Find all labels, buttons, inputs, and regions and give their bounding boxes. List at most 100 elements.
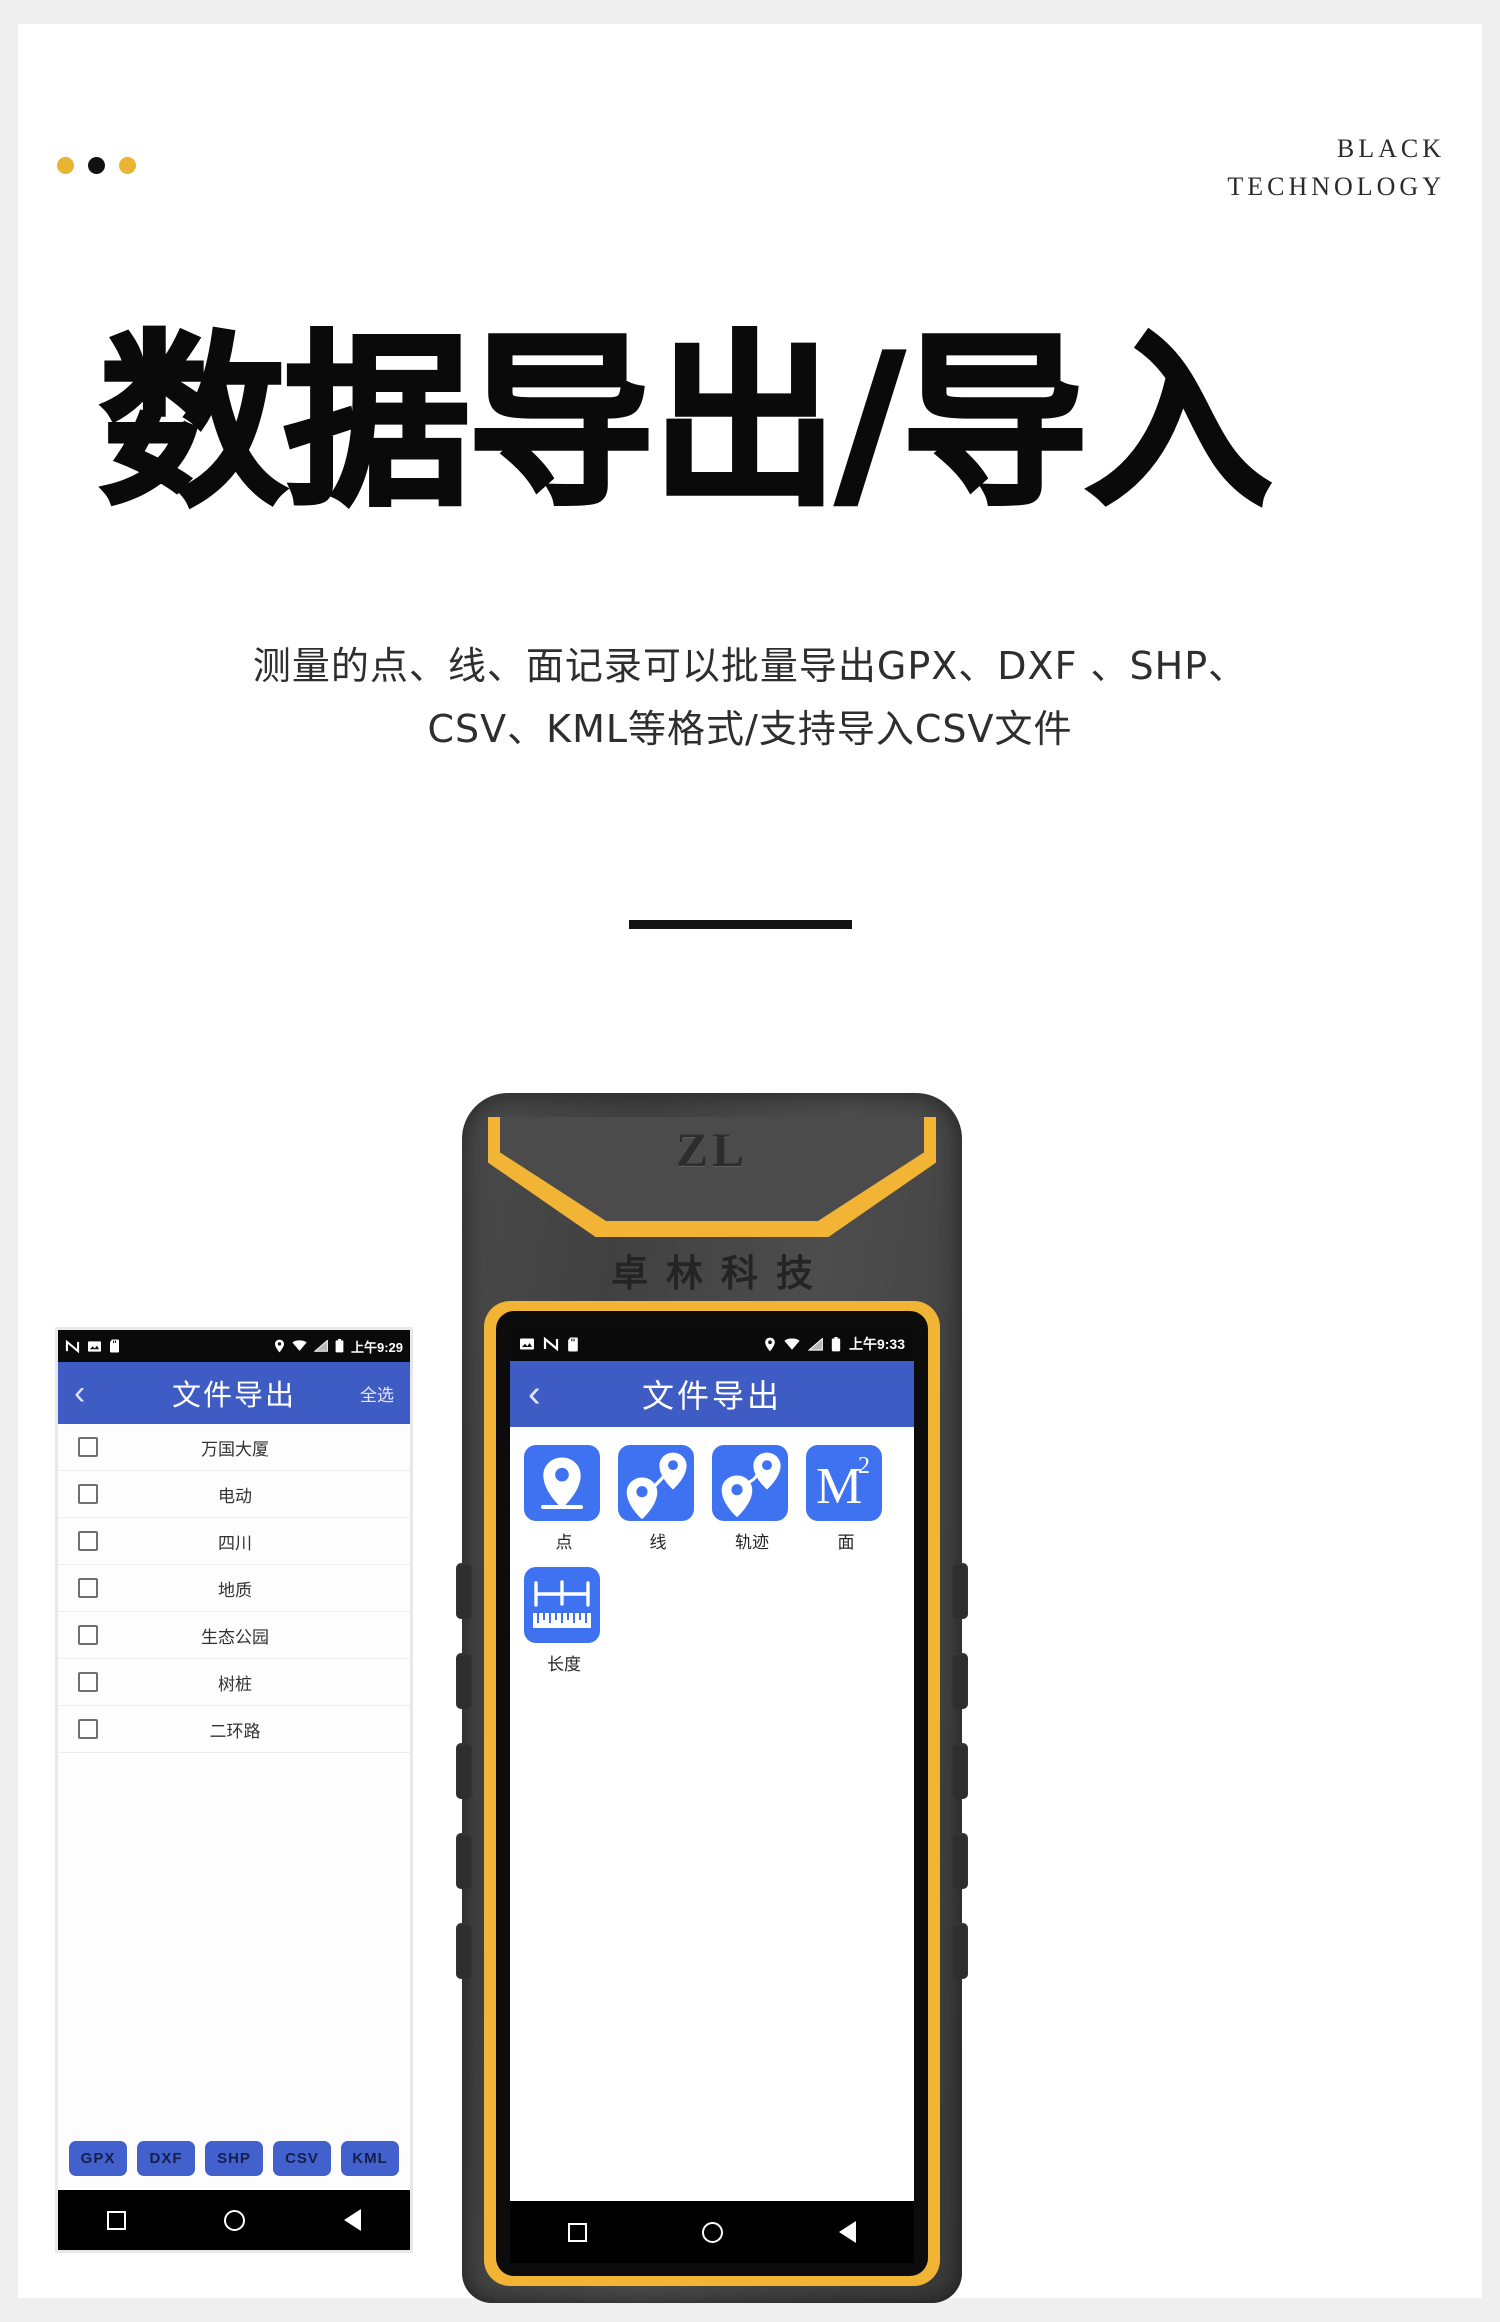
list-item-checkbox[interactable] (78, 1531, 98, 1551)
export-format-kml-button[interactable]: KML (341, 2140, 399, 2176)
device-side-grip (456, 1923, 472, 1979)
export-type-line-segment[interactable]: 线 (618, 1445, 698, 1553)
list-item-label: 万国大厦 (201, 1439, 269, 1460)
square-nav-icon[interactable] (567, 2222, 587, 2242)
device-logo: ZL (675, 1124, 749, 1177)
export-type-map-pin[interactable]: 点 (524, 1445, 604, 1553)
circle-nav-icon[interactable] (224, 2209, 246, 2231)
device-appbar-title: 文件导出 (641, 1377, 782, 1415)
ruler-length-icon[interactable] (524, 1567, 600, 1643)
device-status-bar: 上午9:33 (510, 1327, 914, 1361)
list-item[interactable]: 万国大厦 (58, 1424, 410, 1471)
list-item[interactable]: 树桩 (58, 1659, 410, 1706)
wifi-icon (292, 1340, 307, 1351)
decorative-dots (57, 157, 136, 174)
list-item-checkbox[interactable] (78, 1484, 98, 1504)
device-navbar (510, 2201, 914, 2263)
page-right-border (1482, 0, 1500, 2322)
location-icon (274, 1339, 284, 1353)
device-appbar: ‹ 文件导出 (510, 1361, 914, 1427)
list-item-label: 树桩 (218, 1674, 252, 1695)
list-item[interactable]: 电动 (58, 1471, 410, 1518)
dot-2 (88, 157, 105, 174)
subtitle-line-2: CSV、KML等格式/支持导入CSV文件 (427, 706, 1073, 751)
circle-nav-icon[interactable] (702, 2221, 724, 2243)
list-item-checkbox[interactable] (78, 1672, 98, 1692)
list-item-label: 电动 (218, 1486, 252, 1507)
export-type-grid: 点 线 轨迹 M 2 面长度 (510, 1427, 914, 1675)
export-format-dxf-button[interactable]: DXF (137, 2140, 195, 2176)
export-type-track-path[interactable]: 轨迹 (712, 1445, 792, 1553)
export-type-label: 面 (837, 1533, 855, 1553)
battery-icon (831, 1336, 841, 1351)
nfc-icon (65, 1339, 80, 1353)
sdcard-icon (110, 1339, 119, 1353)
left-phone-appbar: ‹ 文件导出 全选 (58, 1362, 410, 1424)
device-time: 上午9:33 (848, 1336, 905, 1352)
left-phone-screenshot: 上午9:29 ‹ 文件导出 全选 万国大厦 电动 四川 地质 生态公园 树桩 二环路 GPX… (58, 1330, 410, 2250)
export-type-label: 长度 (547, 1655, 581, 1675)
sdcard-icon (568, 1337, 578, 1351)
map-pin-icon[interactable] (524, 1445, 600, 1521)
device-side-grip (952, 1833, 968, 1889)
list-empty-area (58, 1753, 410, 2126)
device-side-grip (952, 1563, 968, 1619)
device-brand-text: 卓林科技 (611, 1252, 831, 1295)
export-type-ruler-length[interactable]: 长度 (524, 1567, 604, 1675)
page-title: 数据导出/导入 (98, 314, 1274, 531)
device-side-grip (952, 1923, 968, 1979)
svg-text:M: M (816, 1458, 862, 1515)
triangle-back-icon[interactable] (343, 2209, 361, 2231)
signal-icon (313, 1340, 328, 1352)
brand-line-2: TECHNOLOGY (1227, 171, 1445, 201)
device-side-grip (456, 1653, 472, 1709)
list-item[interactable]: 二环路 (58, 1706, 410, 1753)
area-m2-icon[interactable]: M2 (806, 1445, 882, 1521)
list-item[interactable]: 四川 (58, 1518, 410, 1565)
list-item-checkbox[interactable] (78, 1578, 98, 1598)
square-nav-icon[interactable] (107, 2210, 127, 2230)
export-format-shp-button[interactable]: SHP (205, 2140, 263, 2176)
left-phone-appbar-title: 文件导出 (171, 1378, 296, 1412)
list-item[interactable]: 地质 (58, 1565, 410, 1612)
track-path-icon[interactable] (712, 1445, 788, 1521)
export-type-label: 点 (555, 1533, 573, 1553)
page-top-border (0, 0, 1500, 24)
image-icon (88, 1340, 101, 1352)
page-left-border (0, 0, 18, 2322)
triangle-back-icon[interactable] (839, 2221, 857, 2243)
subtitle-line-1: 测量的点、线、面记录可以批量导出GPX、DXF 、SHP、 (252, 644, 1248, 688)
brand-wordmark: BLACK TECHNOLOGY (1227, 130, 1445, 205)
device-side-grip (456, 1833, 472, 1889)
battery-icon (335, 1339, 344, 1353)
list-item-label: 二环路 (209, 1721, 261, 1742)
device-side-grip (952, 1653, 968, 1709)
select-all-button[interactable]: 全选 (360, 1381, 394, 1406)
device-screen: 上午9:33 ‹ 文件导出 点 线 轨迹 M 2 面长度 (510, 1327, 914, 2263)
export-type-label: 线 (649, 1533, 667, 1553)
device-side-grip (456, 1563, 472, 1619)
section-divider (629, 920, 852, 929)
dot-1 (57, 157, 74, 174)
export-format-buttons: GPX DXF SHP CSV KML (58, 2126, 410, 2190)
svg-text:2: 2 (858, 1453, 870, 1479)
export-type-label: 轨迹 (735, 1533, 769, 1553)
signal-icon (807, 1337, 823, 1351)
list-item-label: 四川 (218, 1533, 252, 1554)
list-item-checkbox[interactable] (78, 1625, 98, 1645)
list-item-checkbox[interactable] (78, 1437, 98, 1457)
export-format-gpx-button[interactable]: GPX (69, 2140, 127, 2176)
export-format-csv-button[interactable]: CSV (273, 2140, 331, 2176)
export-type-area-m2[interactable]: M2 面 (806, 1445, 886, 1553)
list-item-checkbox[interactable] (78, 1719, 98, 1739)
wifi-icon (784, 1337, 800, 1350)
line-segment-icon[interactable] (618, 1445, 694, 1521)
list-item-label: 生态公园 (201, 1627, 269, 1648)
dot-3 (119, 157, 136, 174)
device-side-grip (456, 1743, 472, 1799)
left-phone-navbar (58, 2190, 410, 2250)
list-item[interactable]: 生态公园 (58, 1612, 410, 1659)
nfc-icon (543, 1337, 559, 1351)
brand-line-1: BLACK (1336, 134, 1445, 163)
rugged-handheld-device: ZL 卓林科技 上午9:33 ‹ 文件导出 点 线 轨迹 M 2 面长度 (456, 1093, 968, 2303)
